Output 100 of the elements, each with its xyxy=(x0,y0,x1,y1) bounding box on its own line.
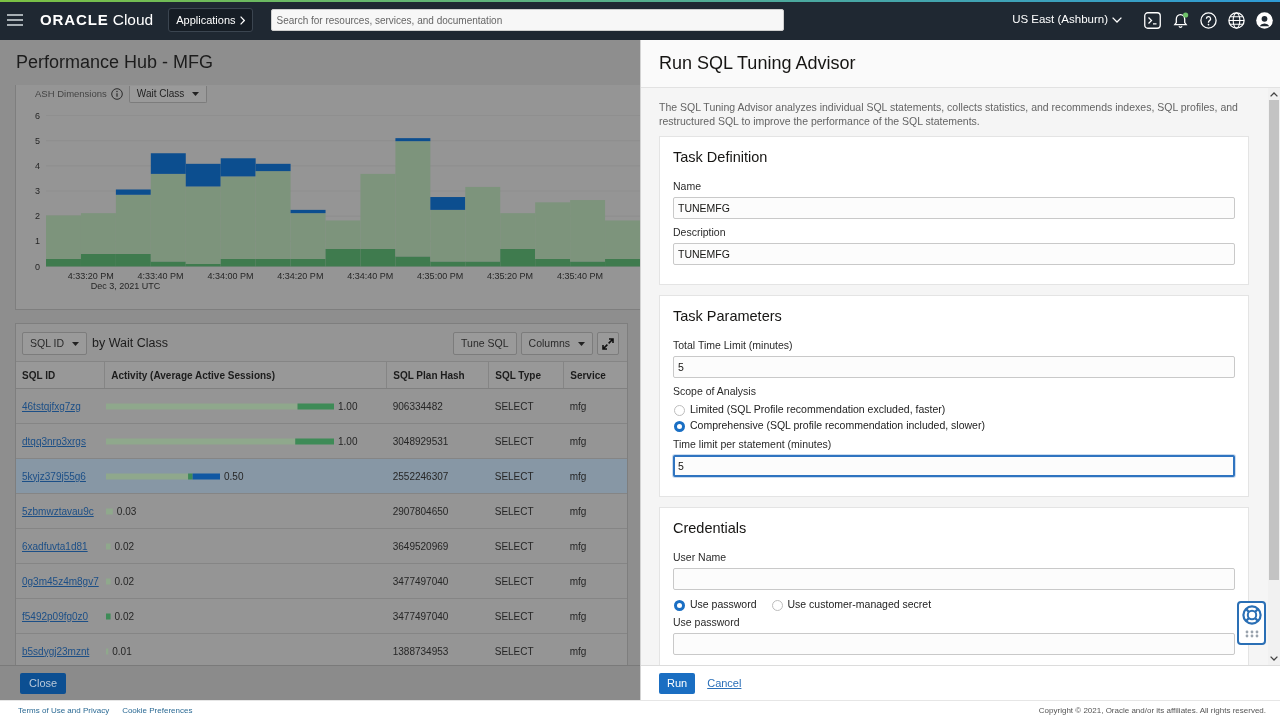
radio-label[interactable]: Use customer-managed secret xyxy=(787,597,932,613)
dimension-label: ASH Dimensions xyxy=(35,86,107,101)
text-field[interactable]: TUNEMFG xyxy=(673,197,1235,219)
help-icon[interactable] xyxy=(1199,11,1217,29)
radio-button[interactable] xyxy=(771,599,783,611)
sql-id-link[interactable]: 46tstqjfxg7zg xyxy=(22,400,81,412)
sql-id-link[interactable]: b5sdygj23mznt xyxy=(22,645,90,657)
axis-tick-label: 6 xyxy=(35,110,40,121)
footer-link[interactable]: Cookie Preferences xyxy=(122,704,193,717)
table-cell: mfg xyxy=(563,458,627,494)
group-by-dropdown[interactable]: SQL ID xyxy=(22,332,88,355)
radio-button[interactable] xyxy=(674,599,685,611)
column-header: Activity (Average Active Sessions) xyxy=(104,361,387,389)
axis-tick-label: 4:34:00 PM xyxy=(207,271,254,281)
table-cell: SELECT xyxy=(488,458,564,494)
sql-id-link[interactable]: 0g3m45z4m8gv7 xyxy=(22,575,99,587)
axis-tick-label: 4:34:40 PM xyxy=(347,271,394,281)
expand-button[interactable] xyxy=(597,332,619,355)
activity-value: 0.03 xyxy=(116,505,137,517)
caret-icon xyxy=(192,91,200,96)
table-cell: 3048929531 xyxy=(386,423,489,459)
section-title: Task Parameters xyxy=(673,307,783,325)
text-field[interactable]: 5 xyxy=(673,455,1235,477)
sql-id-link[interactable]: 6xadfuvta1d81 xyxy=(22,540,88,552)
table-cell: mfg xyxy=(563,563,627,599)
footer-link[interactable]: Terms of Use and Privacy xyxy=(18,704,110,717)
columns-dropdown[interactable]: Columns xyxy=(520,332,593,355)
terminal-icon[interactable] xyxy=(1143,11,1161,29)
text-field[interactable] xyxy=(673,568,1235,590)
sql-id-link[interactable]: 5zbmwztavau9c xyxy=(22,505,94,517)
field-label: Use password xyxy=(673,616,741,629)
applications-button[interactable]: Applications xyxy=(168,8,253,32)
chevron-down-icon[interactable] xyxy=(1270,656,1278,661)
tune-sql-button[interactable]: Tune SQL xyxy=(453,332,517,355)
field-label: Time limit per statement (minutes) xyxy=(673,438,833,451)
column-header: SQL ID xyxy=(16,361,105,389)
chevron-up-icon[interactable] xyxy=(1270,92,1278,97)
field-label: Name xyxy=(673,180,702,193)
cancel-link[interactable]: Cancel xyxy=(707,674,742,692)
axis-date-label: Dec 3, 2021 UTC xyxy=(90,281,161,291)
close-button[interactable]: Close xyxy=(20,672,67,694)
globe-icon[interactable] xyxy=(1227,11,1245,29)
search-field[interactable]: Search for resources, services, and documentation xyxy=(270,9,784,31)
table-cell: 3649520969 xyxy=(386,528,489,564)
axis-tick-label: 4:33:20 PM xyxy=(67,271,114,281)
help-widget[interactable] xyxy=(1237,601,1266,645)
radio-button[interactable] xyxy=(674,404,685,416)
table-cell: mfg xyxy=(563,528,627,564)
axis-tick-label: 4:35:20 PM xyxy=(487,271,534,281)
table-cell: mfg xyxy=(563,423,627,459)
field-label: Total Time Limit (minutes) xyxy=(673,339,794,352)
intro-text: The SQL Tuning Advisor analyzes individual SQL statements, collects statistics, and recommends indexes, SQL profiles, and restructured SQL to improve the performance of the SQL statements. xyxy=(659,100,1239,128)
activity-value: 0.02 xyxy=(114,540,134,552)
region-menu-button[interactable]: US East (Ashburn) xyxy=(1012,11,1122,29)
axis-tick-label: 4:33:40 PM xyxy=(137,271,184,281)
sql-id-link[interactable]: dtqq3nrp3xrgs xyxy=(22,435,86,447)
text-field[interactable]: 5 xyxy=(673,356,1235,378)
table-cell: 906334482 xyxy=(386,388,489,424)
radio-label[interactable]: Limited (SQL Profile recommendation excluded, faster) xyxy=(690,402,946,418)
user-avatar-icon[interactable] xyxy=(1255,11,1273,29)
column-header: Service xyxy=(563,361,627,389)
table-cell: mfg xyxy=(563,388,627,424)
field-label: Description xyxy=(673,226,727,239)
brand-name: ORACLE xyxy=(40,10,109,30)
page-title: Performance Hub - MFG xyxy=(16,51,214,74)
table-cell: SELECT xyxy=(488,493,564,529)
bar-segment xyxy=(105,613,111,619)
chevron-right-icon xyxy=(239,15,245,25)
table-cell: mfg xyxy=(563,493,627,529)
table-cell: SELECT xyxy=(488,563,564,599)
radio-label[interactable]: Use password xyxy=(690,597,757,613)
menu-icon[interactable] xyxy=(7,14,23,26)
radio-label[interactable]: Comprehensive (SQL profile recommendation included, slower) xyxy=(690,418,985,434)
text-field[interactable]: TUNEMFG xyxy=(673,243,1235,265)
dimension-dropdown[interactable]: Wait Class xyxy=(128,85,208,103)
copyright-text: Copyright © 2021, Oracle and/or its affiliates. All rights reserved. xyxy=(1038,704,1266,717)
section-title: Task Definition xyxy=(673,148,769,166)
radio-button[interactable] xyxy=(674,420,685,432)
table-cell: SELECT xyxy=(488,528,564,564)
scrollbar[interactable] xyxy=(1268,88,1280,665)
activity-value: 1.00 xyxy=(337,435,358,447)
axis-tick-label: 2 xyxy=(35,211,40,222)
bell-icon[interactable] xyxy=(1171,11,1189,29)
axis-tick-label: 4:35:40 PM xyxy=(556,271,603,281)
info-icon[interactable] xyxy=(110,88,123,100)
run-button[interactable]: Run xyxy=(659,672,696,694)
table-cell: SELECT xyxy=(488,598,564,634)
text-field[interactable] xyxy=(673,633,1235,655)
field-label: Scope of Analysis xyxy=(673,385,757,398)
axis-tick-label: 4 xyxy=(35,160,40,171)
caret-icon xyxy=(72,341,80,346)
sql-id-link[interactable]: f5492p09fg0z0 xyxy=(22,610,89,622)
expand-icon xyxy=(602,337,614,350)
product-name: Cloud xyxy=(112,10,154,30)
scrollbar-thumb[interactable] xyxy=(1269,100,1279,580)
table-cell: 2552246307 xyxy=(386,458,489,494)
axis-tick-label: 1 xyxy=(35,236,40,247)
drawer-title: Run SQL Tuning Advisor xyxy=(659,52,856,75)
activity-value: 0.02 xyxy=(114,575,134,587)
grip-icon xyxy=(1244,630,1259,638)
